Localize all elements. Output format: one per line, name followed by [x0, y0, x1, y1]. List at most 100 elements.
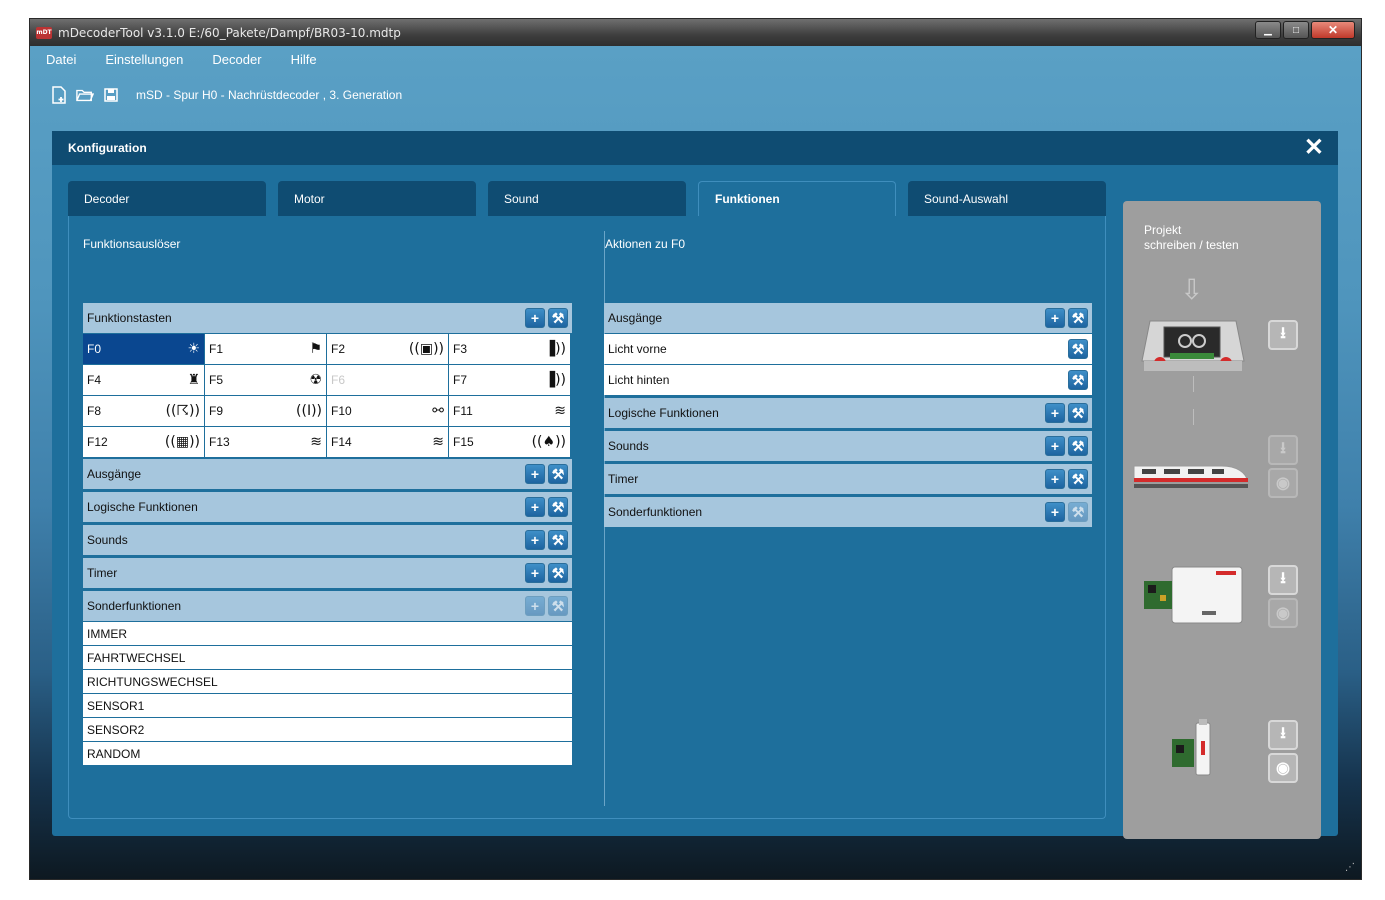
- list-item[interactable]: SENSOR1: [83, 694, 572, 717]
- tab-motor[interactable]: Motor: [278, 181, 476, 216]
- resize-grip-icon[interactable]: ⋰: [1345, 862, 1355, 873]
- function-key-f12[interactable]: F12 ((▦)): [83, 427, 204, 457]
- menu-hilfe[interactable]: Hilfe: [291, 52, 317, 67]
- function-key-f3[interactable]: F3 ▐)): [449, 334, 570, 364]
- download-button[interactable]: ⭳: [1268, 435, 1298, 465]
- download-button[interactable]: ⭳: [1268, 720, 1298, 750]
- function-key-f11[interactable]: F11 ≋: [449, 396, 570, 426]
- wrench-icon[interactable]: ⚒: [1068, 469, 1088, 489]
- minimize-button[interactable]: ▁: [1255, 21, 1281, 39]
- add-icon[interactable]: +: [525, 497, 545, 517]
- list-item[interactable]: RICHTUNGSWECHSEL: [83, 670, 572, 693]
- action-group-sonderfunktionen[interactable]: Sonderfunktionen + ⚒: [604, 497, 1092, 527]
- function-key-f5[interactable]: F5 ☢: [205, 365, 326, 395]
- wrench-icon[interactable]: ⚒: [548, 464, 568, 484]
- add-icon[interactable]: +: [525, 530, 545, 550]
- group-label: Timer: [87, 566, 118, 580]
- wrench-icon[interactable]: ⚒: [1068, 403, 1088, 423]
- brake-sound-icon: ((☈)): [165, 403, 200, 419]
- wrench-icon[interactable]: ⚒: [548, 596, 568, 616]
- horn-icon: ▐)): [544, 341, 566, 357]
- function-key-label: F6: [331, 373, 346, 387]
- list-item[interactable]: RANDOM: [83, 742, 572, 765]
- function-key-f6[interactable]: F6: [327, 365, 448, 395]
- wrench-icon[interactable]: ⚒: [1068, 370, 1088, 390]
- function-key-f15[interactable]: F15 ((♠)): [449, 427, 570, 457]
- wrench-icon[interactable]: ⚒: [548, 563, 568, 583]
- wrench-icon[interactable]: ⚒: [1068, 436, 1088, 456]
- trigger-group-sonderfunktionen[interactable]: Sonderfunktionen + ⚒: [83, 591, 572, 621]
- function-key-label: F2: [331, 342, 346, 356]
- function-key-f9[interactable]: F9 ((I)): [205, 396, 326, 426]
- engine-sound-icon: ((▣)): [408, 341, 444, 357]
- air-sound-icon: ≋: [310, 434, 322, 450]
- action-item-licht-hinten[interactable]: Licht hinten ⚒: [604, 365, 1092, 395]
- add-icon[interactable]: +: [1045, 502, 1065, 522]
- action-label: Licht hinten: [608, 373, 670, 387]
- add-icon[interactable]: +: [525, 596, 545, 616]
- save-icon[interactable]: [102, 86, 120, 104]
- open-folder-icon[interactable]: [76, 86, 94, 104]
- add-icon[interactable]: +: [1045, 436, 1065, 456]
- trigger-group-timer[interactable]: Timer + ⚒: [83, 558, 572, 588]
- list-item[interactable]: FAHRTWECHSEL: [83, 646, 572, 669]
- function-key-f8[interactable]: F8 ((☈)): [83, 396, 204, 426]
- list-item[interactable]: SENSOR2: [83, 718, 572, 741]
- trigger-group-sounds[interactable]: Sounds + ⚒: [83, 525, 572, 555]
- download-button[interactable]: ⭳: [1268, 320, 1298, 350]
- function-key-f10[interactable]: F10 ⚯: [327, 396, 448, 426]
- preview-eye-button[interactable]: ◉: [1268, 468, 1298, 498]
- trigger-group-logische-funktionen[interactable]: Logische Funktionen + ⚒: [83, 492, 572, 522]
- action-item-licht-vorne[interactable]: Licht vorne ⚒: [604, 334, 1092, 364]
- function-key-f4[interactable]: F4 ♜: [83, 365, 204, 395]
- add-icon[interactable]: +: [525, 563, 545, 583]
- tab-funktionen[interactable]: Funktionen: [698, 181, 896, 216]
- connector-line: [1193, 409, 1194, 425]
- add-icon[interactable]: +: [1045, 469, 1065, 489]
- wrench-icon[interactable]: ⚒: [548, 530, 568, 550]
- list-item[interactable]: IMMER: [83, 622, 572, 645]
- toolbar: mSD - Spur H0 - Nachrüstdecoder , 3. Gen…: [30, 80, 1361, 110]
- wrench-icon[interactable]: ⚒: [1068, 308, 1088, 328]
- window-title: mDecoderTool v3.1.0 E:/60_Pakete/Dampf/B…: [58, 25, 401, 40]
- action-group-logische-funktionen[interactable]: Logische Funktionen + ⚒: [604, 398, 1092, 428]
- compressor-sound-icon: ≋: [432, 434, 444, 450]
- function-key-f7[interactable]: F7 ▐)): [449, 365, 570, 395]
- function-key-f1[interactable]: F1 ⚑: [205, 334, 326, 364]
- tab-sound-auswahl[interactable]: Sound-Auswahl: [908, 181, 1106, 216]
- add-icon[interactable]: +: [525, 308, 545, 328]
- train-icon: [1133, 465, 1249, 488]
- wrench-icon[interactable]: ⚒: [548, 497, 568, 517]
- preview-eye-button[interactable]: ◉: [1268, 598, 1298, 628]
- menu-decoder[interactable]: Decoder: [212, 52, 261, 67]
- add-icon[interactable]: +: [1045, 308, 1065, 328]
- add-icon[interactable]: +: [1045, 403, 1065, 423]
- menu-einstellungen[interactable]: Einstellungen: [105, 52, 183, 67]
- function-key-f0[interactable]: F0 ☀: [83, 334, 204, 364]
- wrench-icon[interactable]: ⚒: [1068, 502, 1088, 522]
- bell-sound-icon: ☢: [309, 372, 322, 388]
- preview-eye-button[interactable]: ◉: [1268, 753, 1298, 783]
- function-key-f14[interactable]: F14 ≋: [327, 427, 448, 457]
- function-key-f13[interactable]: F13 ≋: [205, 427, 326, 457]
- function-key-label: F7: [453, 373, 468, 387]
- tab-sound[interactable]: Sound: [488, 181, 686, 216]
- maximize-button[interactable]: □: [1283, 21, 1309, 39]
- dialog-close-icon[interactable]: ✕: [1304, 136, 1324, 160]
- action-label: Licht vorne: [608, 342, 667, 356]
- close-window-button[interactable]: ✕: [1311, 21, 1355, 39]
- wrench-icon[interactable]: ⚒: [1068, 339, 1088, 359]
- download-button[interactable]: ⭳: [1268, 565, 1298, 595]
- title-bar[interactable]: mDT mDecoderTool v3.1.0 E:/60_Pakete/Dam…: [30, 19, 1361, 46]
- wrench-icon[interactable]: ⚒: [548, 308, 568, 328]
- action-group-ausgaenge[interactable]: Ausgänge + ⚒: [604, 303, 1092, 333]
- action-group-timer[interactable]: Timer + ⚒: [604, 464, 1092, 494]
- tab-decoder[interactable]: Decoder: [68, 181, 266, 216]
- action-group-sounds[interactable]: Sounds + ⚒: [604, 431, 1092, 461]
- whistle-icon: ⚑: [309, 341, 322, 357]
- add-icon[interactable]: +: [525, 464, 545, 484]
- trigger-group-ausgaenge[interactable]: Ausgänge + ⚒: [83, 459, 572, 489]
- menu-datei[interactable]: Datei: [46, 52, 76, 67]
- new-file-icon[interactable]: [50, 86, 68, 104]
- function-key-f2[interactable]: F2 ((▣)): [327, 334, 448, 364]
